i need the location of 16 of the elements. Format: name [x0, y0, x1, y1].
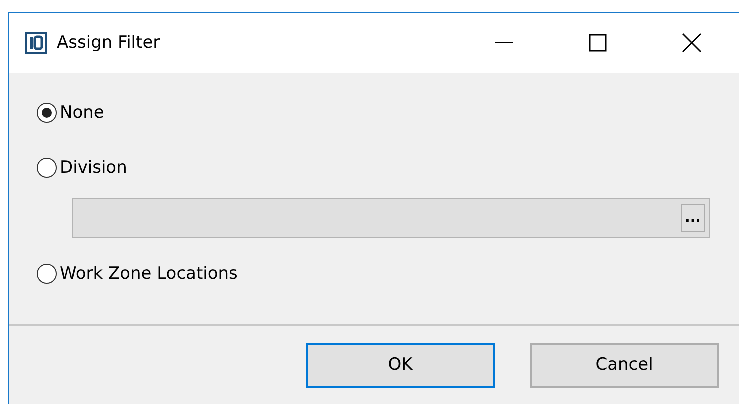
radio-button[interactable] [37, 264, 57, 284]
option-label: Division [60, 158, 128, 178]
option-label: None [60, 103, 104, 123]
close-icon[interactable] [682, 33, 702, 53]
radio-option[interactable]: None [37, 99, 104, 127]
radio-option[interactable]: Division [37, 154, 128, 182]
ok-button[interactable]: OK [306, 342, 495, 388]
radio-button[interactable] [37, 158, 57, 178]
option-label: Work Zone Locations [60, 264, 238, 284]
cancel-button[interactable]: Cancel [530, 342, 719, 388]
window-title: Assign Filter [57, 33, 162, 53]
minimize-icon[interactable] [495, 42, 513, 44]
radio-option[interactable]: Work Zone Locations [37, 260, 238, 288]
maximize-icon[interactable] [589, 34, 607, 52]
app-logo-icon [25, 32, 47, 54]
radio-button[interactable] [37, 103, 57, 123]
